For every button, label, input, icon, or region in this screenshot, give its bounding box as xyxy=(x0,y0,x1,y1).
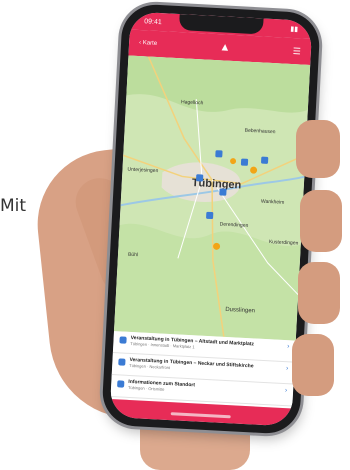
phone-screen: 09:41 ▮▮ ‹ Karte ▲ ☰ Tübingen Hagelloch … xyxy=(109,11,313,427)
battery-icon: ▮▮ xyxy=(290,25,299,34)
map-pin-icon[interactable] xyxy=(219,188,227,196)
flame-icon: ▲ xyxy=(219,41,231,54)
results-list: Veranstaltung in Tübingen – Altstadt und… xyxy=(110,331,296,409)
chevron-right-icon: › xyxy=(285,365,289,373)
map-label-wankheim: Wankheim xyxy=(261,199,285,206)
map-pin-icon[interactable] xyxy=(215,150,223,158)
menu-icon[interactable]: ☰ xyxy=(293,46,302,57)
status-time: 09:41 xyxy=(144,17,162,26)
map-label-buehl: Bühl xyxy=(128,252,138,259)
map-pin-icon xyxy=(117,380,125,388)
map-pin-icon xyxy=(119,336,127,344)
hand-finger xyxy=(296,120,340,178)
map-label-hagelloch: Hagelloch xyxy=(181,99,204,106)
smartphone: 09:41 ▮▮ ‹ Karte ▲ ☰ Tübingen Hagelloch … xyxy=(101,3,321,435)
back-button[interactable]: ‹ Karte xyxy=(139,40,157,47)
map-pin-icon[interactable] xyxy=(240,158,249,166)
map-view[interactable]: Tübingen Hagelloch Bebenhausen Unterjesi… xyxy=(114,55,311,341)
map-pin-icon[interactable] xyxy=(196,174,204,182)
chevron-right-icon: › xyxy=(286,343,290,351)
back-button-label: Karte xyxy=(142,40,158,47)
map-pin-icon xyxy=(118,358,126,366)
map-pin-icon[interactable] xyxy=(206,211,214,220)
map-pin-icon[interactable] xyxy=(261,156,269,164)
hand-finger xyxy=(298,262,340,324)
home-indicator[interactable] xyxy=(170,412,231,419)
side-caption-text: Mit xyxy=(0,196,27,216)
chevron-right-icon: › xyxy=(284,387,288,395)
hand-finger xyxy=(300,190,342,252)
hand-finger xyxy=(292,334,334,396)
